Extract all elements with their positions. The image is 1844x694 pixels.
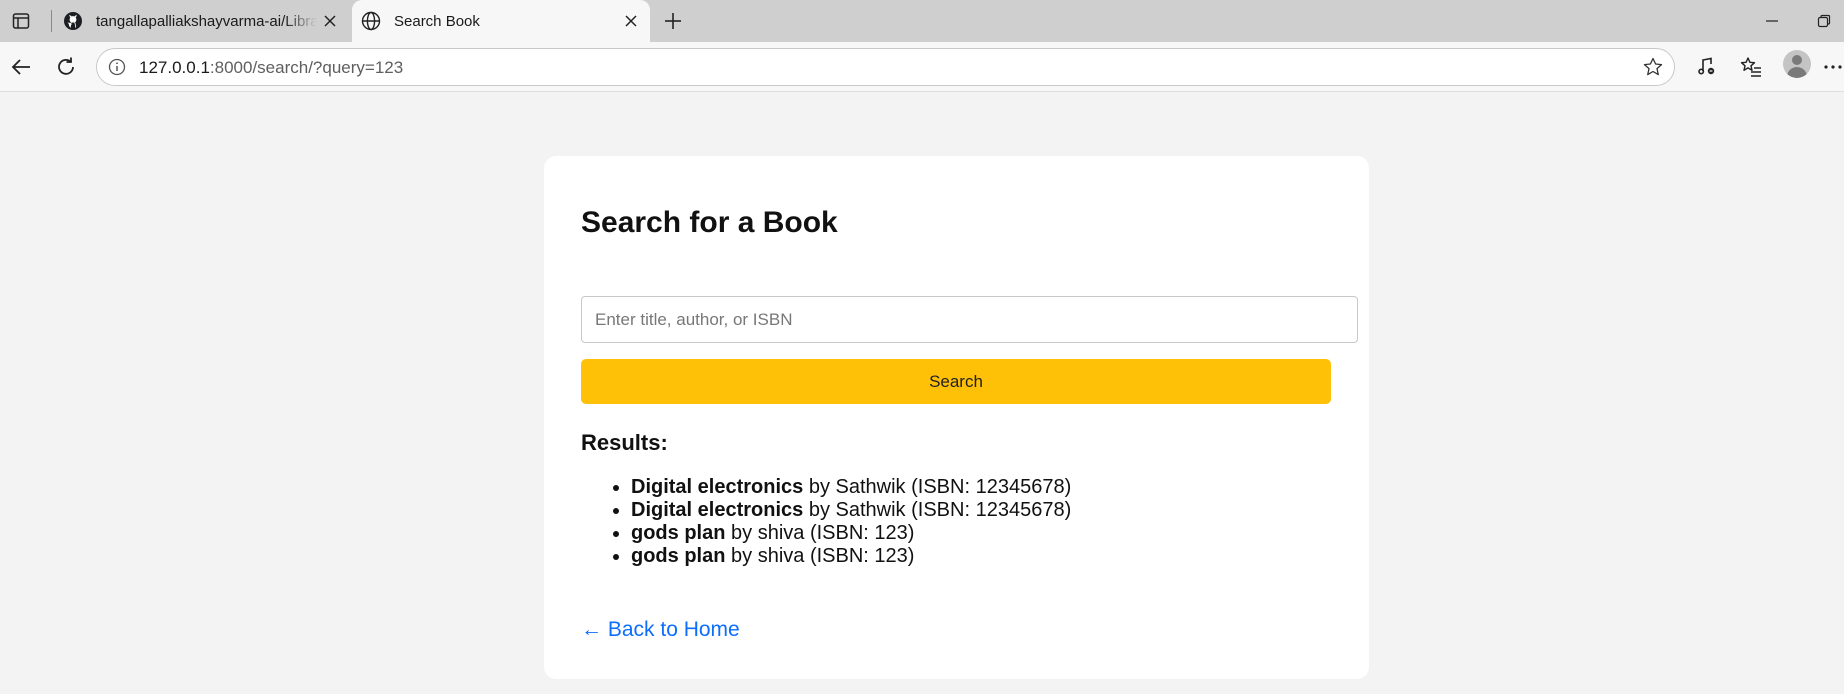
isbn-suffix: ) (907, 545, 915, 567)
tab-separator (51, 10, 52, 32)
new-tab-button[interactable] (658, 6, 688, 36)
book-author: Sathwik (835, 499, 906, 521)
page-viewport: Search for a Book Search Results: Digita… (0, 92, 1844, 694)
book-title: Digital electronics (631, 476, 804, 498)
results-list: Digital electronics by Sathwik (ISBN: 12… (581, 476, 1071, 568)
restore-icon (1817, 14, 1831, 28)
list-item: Digital electronics by Sathwik (ISBN: 12… (631, 476, 1071, 499)
media-control-button[interactable] (1691, 51, 1723, 83)
tab-title: Search Book (394, 12, 480, 30)
globe-icon (360, 10, 382, 32)
results-heading: Results: (581, 430, 668, 455)
book-title: gods plan (631, 522, 726, 544)
book-title: gods plan (631, 545, 726, 567)
plus-icon (665, 13, 681, 29)
book-isbn: 12345678 (975, 476, 1065, 498)
by-text: by (725, 545, 758, 567)
close-icon (625, 15, 637, 27)
site-info-icon[interactable] (107, 57, 127, 77)
reload-icon (58, 57, 74, 75)
url-path: :8000/search/?query=123 (209, 58, 404, 77)
back-to-home-link[interactable]: ← Back to Home (581, 618, 740, 642)
tab-strip: tangallapalliakshayvarma-ai/Library Sear… (0, 0, 1844, 42)
book-author: shiva (757, 522, 805, 544)
restore-button[interactable] (1804, 6, 1844, 36)
tab-actions-icon (12, 13, 30, 29)
reload-button[interactable] (50, 51, 82, 83)
book-author: Sathwik (835, 476, 906, 498)
isbn-prefix: (ISBN: (905, 499, 976, 521)
tab-search-book[interactable]: Search Book (352, 0, 650, 42)
book-isbn: 123 (874, 545, 908, 567)
search-input[interactable] (581, 296, 1358, 343)
favorites-button[interactable] (1735, 51, 1767, 83)
profile-avatar[interactable] (1783, 50, 1811, 78)
list-item: gods plan by shiva (ISBN: 123) (631, 522, 1071, 545)
isbn-suffix: ) (1064, 476, 1072, 498)
list-item: Digital electronics by Sathwik (ISBN: 12… (631, 499, 1071, 522)
minimize-icon (1766, 20, 1778, 22)
github-icon (62, 10, 84, 32)
by-text: by (725, 522, 758, 544)
book-isbn: 123 (874, 522, 908, 544)
favorite-star-icon[interactable] (1642, 56, 1664, 78)
more-menu-button[interactable] (1822, 51, 1844, 83)
favorites-list-icon (1740, 57, 1761, 77)
close-icon (324, 15, 336, 27)
isbn-prefix: (ISBN: (804, 522, 875, 544)
search-card: Search for a Book Search Results: Digita… (544, 156, 1369, 679)
close-tab-button[interactable] (618, 8, 644, 34)
minimize-button[interactable] (1752, 6, 1792, 36)
avatar-body (1787, 67, 1807, 78)
close-tab-button[interactable] (317, 8, 343, 34)
tab-github[interactable]: tangallapalliakshayvarma-ai/Library (54, 0, 349, 42)
book-title: Digital electronics (631, 499, 804, 521)
book-isbn: 12345678 (975, 499, 1065, 521)
page-title: Search for a Book (581, 206, 838, 239)
by-text: by (803, 499, 836, 521)
url-host: 127.0.0.1 (139, 58, 210, 77)
book-author: shiva (757, 545, 805, 567)
back-button[interactable] (5, 51, 37, 83)
list-item: gods plan by shiva (ISBN: 123) (631, 545, 1071, 568)
avatar-head (1792, 55, 1802, 65)
music-note-icon (1698, 57, 1715, 75)
isbn-prefix: (ISBN: (905, 476, 976, 498)
address-bar[interactable]: 127.0.0.1:8000/search/?query=123 (96, 48, 1675, 86)
tab-title: tangallapalliakshayvarma-ai/Library (96, 12, 317, 30)
isbn-suffix: ) (907, 522, 915, 544)
navigation-bar: 127.0.0.1:8000/search/?query=123 (0, 42, 1844, 92)
more-dots-icon (1824, 65, 1842, 69)
search-button[interactable]: Search (581, 359, 1331, 404)
isbn-prefix: (ISBN: (804, 545, 875, 567)
by-text: by (803, 476, 836, 498)
arrow-left-icon (11, 59, 30, 75)
url-text: 127.0.0.1:8000/search/?query=123 (139, 58, 403, 78)
tab-actions-button[interactable] (8, 8, 34, 34)
isbn-suffix: ) (1064, 499, 1072, 521)
